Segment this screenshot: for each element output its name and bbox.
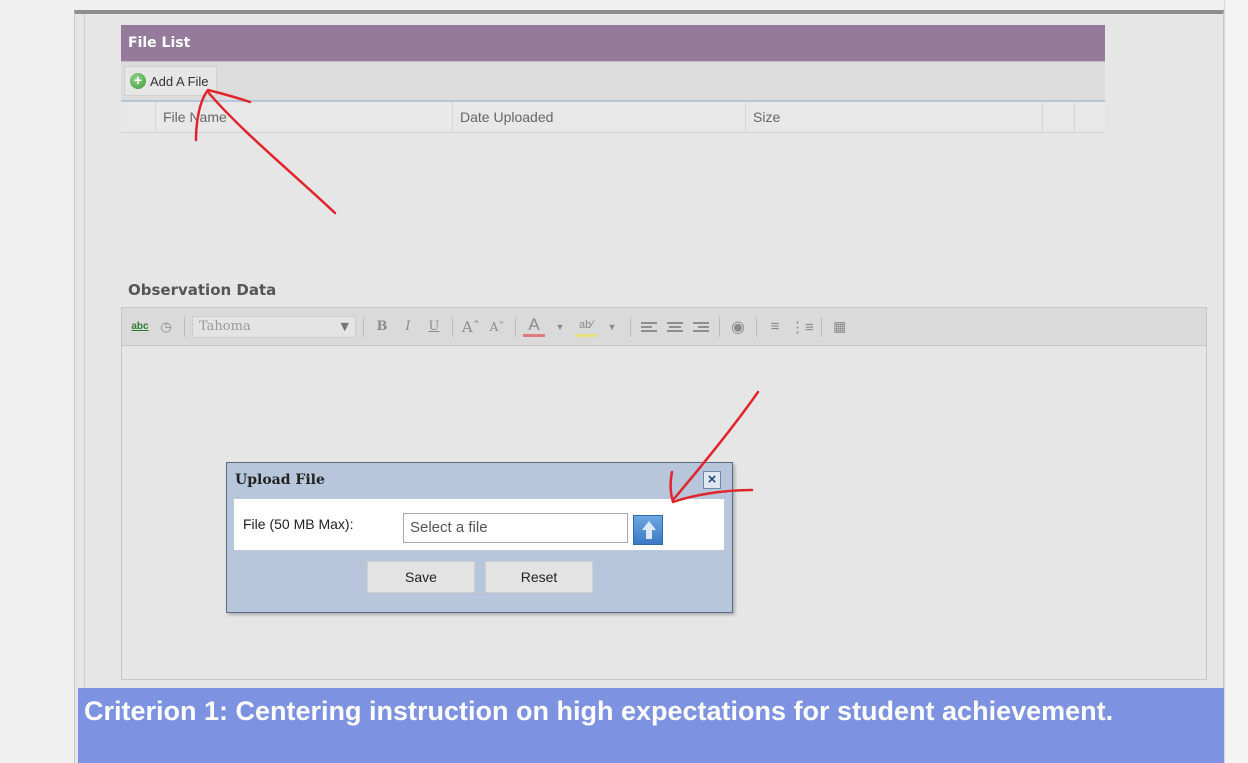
chevron-down-icon[interactable]: ▼ <box>601 316 623 338</box>
spellcheck-icon[interactable]: abc <box>129 316 151 338</box>
toolbar-separator <box>184 316 185 337</box>
close-icon[interactable]: × <box>703 471 721 489</box>
reset-button[interactable]: Reset <box>485 561 593 593</box>
upload-file-dialog: Upload File × File (50 MB Max): Select a… <box>226 462 733 613</box>
toolbar-separator <box>515 316 516 337</box>
font-family-select[interactable]: Tahoma ▼ <box>192 315 356 338</box>
chevron-down-icon: ▼ <box>340 319 349 333</box>
toolbar-separator <box>820 316 822 337</box>
font-family-value: Tahoma <box>199 318 251 334</box>
dialog-body: File (50 MB Max): Select a file <box>234 499 724 550</box>
column-file-name[interactable]: File Name <box>156 102 453 132</box>
column-spacer <box>1043 102 1075 132</box>
column-date-uploaded[interactable]: Date Uploaded <box>453 102 746 132</box>
ordered-list-icon[interactable]: ≡ <box>764 316 786 338</box>
column-spacer <box>1075 102 1105 132</box>
plus-icon: + <box>130 73 146 89</box>
criterion-banner: Criterion 1: Centering instruction on hi… <box>78 688 1224 763</box>
highlight-color-icon[interactable]: ab∕ <box>575 317 597 337</box>
clock-icon[interactable]: ◷ <box>155 316 177 338</box>
file-list-toolbar: + Add A File <box>121 61 1105 102</box>
file-size-label: File (50 MB Max): <box>243 516 354 532</box>
unordered-list-icon[interactable]: ⋮≡ <box>790 316 814 338</box>
toolbar-separator <box>630 316 631 337</box>
align-right-icon[interactable] <box>690 316 712 338</box>
font-size-increase-icon[interactable]: Aˆ <box>460 316 482 338</box>
italic-icon[interactable]: I <box>397 316 419 338</box>
bold-icon[interactable]: B <box>371 316 393 338</box>
editor-toolbar: abc ◷ Tahoma ▼ B I U Aˆ Aˇ A ▼ ab∕ ▼ ◉ ≡… <box>122 308 1206 346</box>
upload-arrow-icon[interactable] <box>633 515 663 545</box>
file-list-header: File List <box>121 25 1105 61</box>
content-border <box>84 14 85 694</box>
toolbar-separator <box>363 316 364 337</box>
file-list-panel: File List + Add A File File Name Date Up… <box>121 25 1105 133</box>
toolbar-separator <box>756 316 757 337</box>
file-select-input[interactable]: Select a file <box>403 513 628 543</box>
observation-data-title: Observation Data <box>128 281 277 299</box>
file-list-column-headers: File Name Date Uploaded Size <box>121 102 1105 133</box>
scrollbar-track[interactable] <box>1224 0 1248 763</box>
align-left-icon[interactable] <box>638 316 660 338</box>
save-button[interactable]: Save <box>367 561 475 593</box>
add-file-button[interactable]: + Add A File <box>124 66 217 96</box>
column-size[interactable]: Size <box>746 102 1043 132</box>
toolbar-separator <box>452 316 453 337</box>
chevron-down-icon[interactable]: ▼ <box>549 316 571 338</box>
align-center-icon[interactable] <box>664 316 686 338</box>
insert-link-icon[interactable]: ◉ <box>727 316 749 338</box>
font-color-icon[interactable]: A <box>523 315 545 337</box>
dialog-title: Upload File <box>235 472 325 488</box>
column-spacer <box>121 102 156 132</box>
font-size-decrease-icon[interactable]: Aˇ <box>486 316 508 338</box>
underline-icon[interactable]: U <box>423 316 445 338</box>
toolbar-separator <box>719 316 720 337</box>
source-view-icon[interactable]: ▦ <box>829 316 851 338</box>
add-file-label: Add A File <box>150 73 209 89</box>
